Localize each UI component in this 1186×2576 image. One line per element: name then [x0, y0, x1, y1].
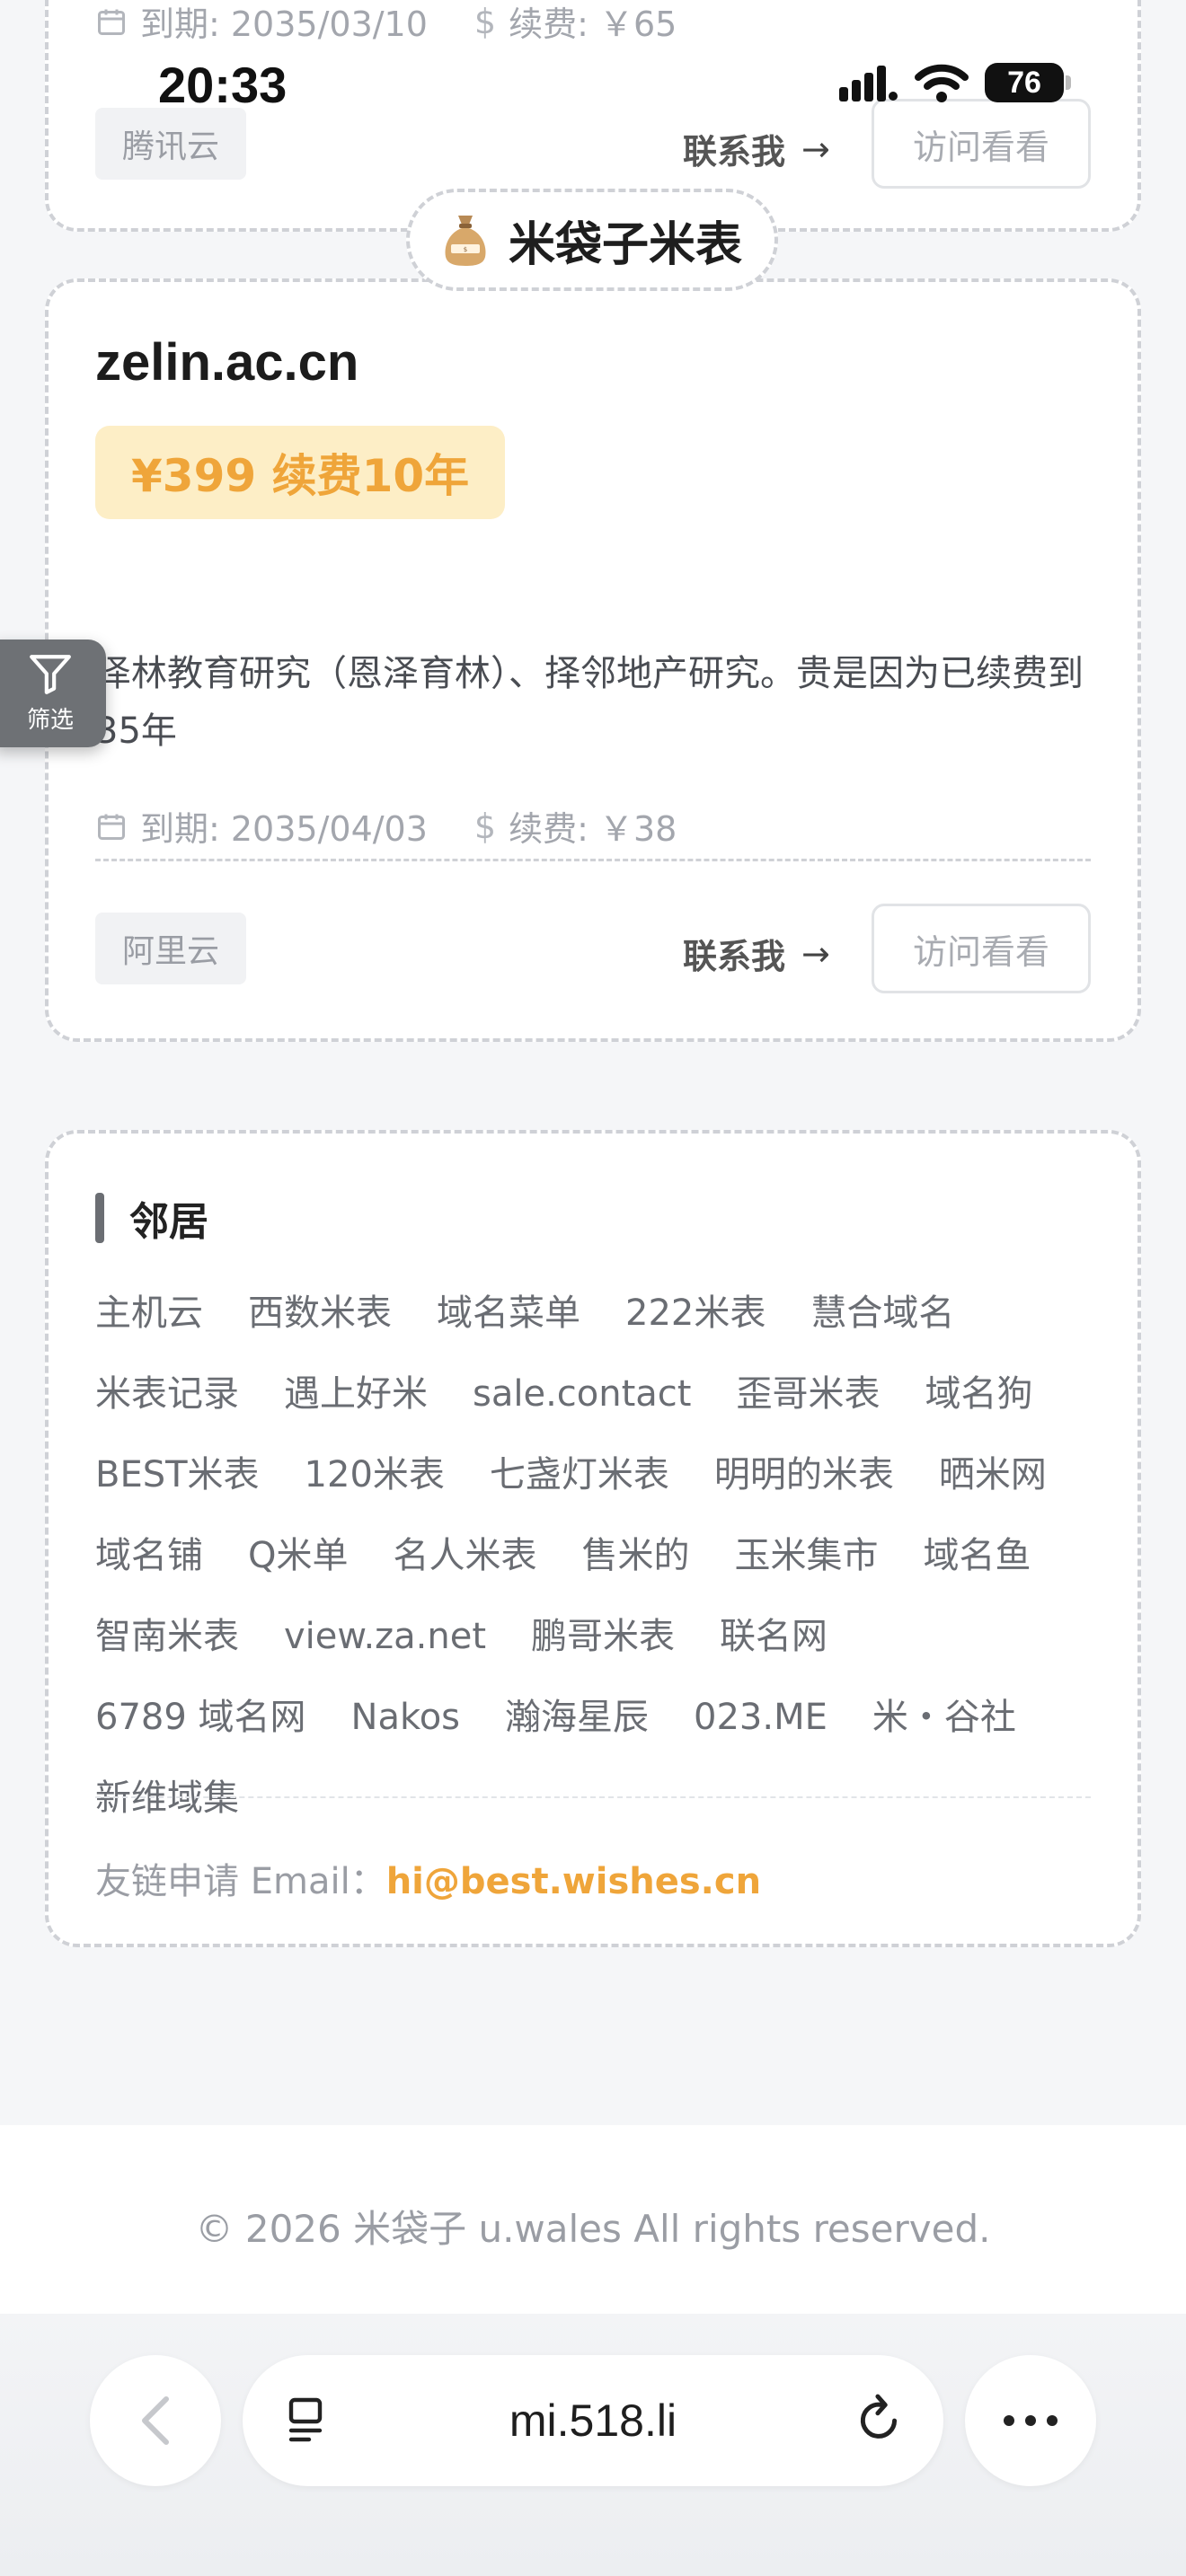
provider-tag: 阿里云	[95, 913, 247, 984]
neighbors-title: 邻居	[129, 1199, 208, 1245]
dollar-icon: $	[474, 1, 497, 41]
price-badge: ¥399 续费10年	[95, 426, 506, 519]
neighbor-link[interactable]: 售米的	[581, 1529, 689, 1610]
neighbors-card: 邻居 主机云 西数米表 域名菜单 222米表 慧合域名米表记录 遇上好米 sale.cont…	[45, 1130, 1141, 1947]
apply-email-link[interactable]: hi@best.wishes.cn	[386, 1861, 761, 1902]
address-bar[interactable]: mi.518.li	[243, 2355, 943, 2486]
neighbor-link[interactable]: 名人米表	[393, 1529, 536, 1610]
wifi-icon	[915, 64, 969, 102]
neighbor-link[interactable]: 智南米表	[95, 1610, 239, 1690]
neighbor-link[interactable]: 域名菜单	[437, 1286, 580, 1367]
money-bag-icon: $	[445, 216, 486, 266]
neighbor-link[interactable]: 联名网	[720, 1610, 828, 1690]
more-icon	[1004, 2415, 1058, 2426]
neighbor-link[interactable]: 明明的米表	[714, 1448, 894, 1529]
neighbor-link[interactable]: 慧合域名	[810, 1286, 954, 1367]
contact-label: 联系我	[683, 132, 786, 172]
calendar-icon	[98, 9, 125, 35]
link-application: 友链申请 Email：hi@best.wishes.cn	[95, 1852, 761, 1904]
neighbors-divider	[95, 1796, 1091, 1798]
signal-icon	[839, 66, 898, 101]
previous-listing-meta: 到期: 2035/03/10 $ 续费: ￥65	[95, 0, 723, 46]
neighbor-link[interactable]: Nakos	[351, 1690, 460, 1771]
copyright-text: © 2026 米袋子 u.wales All rights reserved.	[195, 2207, 991, 2251]
neighbor-link[interactable]: 瀚海星辰	[505, 1690, 649, 1771]
section-title: 米袋子米表	[508, 217, 742, 272]
neighbor-link[interactable]: 新维域集	[95, 1771, 239, 1852]
renewal-info: $ 续费: ￥65	[474, 0, 677, 46]
expiry-info: 到期: 2035/04/03	[95, 801, 428, 851]
section-title-pill: $ 米袋子米表	[406, 189, 778, 291]
more-button[interactable]	[965, 2355, 1096, 2486]
renewal-text: 续费: ￥65	[509, 4, 677, 44]
url-text[interactable]: mi.518.li	[243, 2395, 943, 2447]
neighbor-links-list: 主机云 西数米表 域名菜单 222米表 慧合域名米表记录 遇上好米 sale.contact…	[95, 1286, 1111, 1852]
dollar-icon: $	[474, 806, 497, 846]
apply-label: 友链申请 Email：	[95, 1861, 386, 1902]
neighbor-link[interactable]: 米表记录	[95, 1367, 239, 1448]
neighbor-link[interactable]: Q米单	[248, 1529, 348, 1610]
neighbor-link[interactable]: 222米表	[625, 1286, 766, 1367]
calendar-icon	[98, 814, 125, 840]
provider-tag: 腾讯云	[95, 108, 247, 180]
domain-name[interactable]: zelin.ac.cn	[95, 332, 358, 393]
neighbor-link[interactable]: 6789 域名网	[95, 1690, 306, 1771]
neighbor-link[interactable]: 七盏灯米表	[490, 1448, 669, 1529]
neighbor-link[interactable]: 023.ME	[694, 1690, 828, 1771]
renewal-text: 续费: ￥38	[509, 809, 677, 849]
contact-label: 联系我	[683, 937, 786, 976]
battery-icon: 76	[985, 63, 1071, 102]
neighbor-link[interactable]: view.za.net	[284, 1610, 486, 1690]
expiry-text: 到期: 2035/03/10	[140, 4, 428, 44]
filter-button[interactable]: 筛选	[0, 640, 106, 747]
neighbor-link[interactable]: 鹏哥米表	[531, 1610, 675, 1690]
neighbor-link[interactable]: 西数米表	[248, 1286, 392, 1367]
filter-icon	[30, 654, 71, 694]
heading-accent-bar	[95, 1193, 104, 1243]
arrow-right-icon: →	[801, 128, 830, 169]
card-divider	[95, 859, 1091, 861]
contact-me-link[interactable]: 联系我 →	[683, 929, 830, 978]
status-time: 20:33	[158, 57, 288, 113]
chevron-left-icon	[142, 2396, 169, 2445]
domain-listing-card: zelin.ac.cn ¥399 续费10年 泽林教育研究（恩泽育林）、择邻地产…	[45, 278, 1141, 1042]
arrow-right-icon: →	[801, 933, 830, 974]
neighbor-link[interactable]: 域名狗	[925, 1367, 1032, 1448]
neighbor-link[interactable]: 遇上好米	[284, 1367, 428, 1448]
neighbor-link[interactable]: 玉米集市	[734, 1529, 878, 1610]
renewal-info: $ 续费: ￥38	[474, 801, 677, 851]
domain-description: 泽林教育研究（恩泽育林）、择邻地产研究。贵是因为已续费到35年	[95, 653, 1084, 752]
neighbor-link[interactable]: sale.contact	[473, 1367, 691, 1448]
visit-button[interactable]: 访问看看	[872, 904, 1091, 993]
svg-text:$: $	[464, 246, 467, 253]
neighbors-heading: 邻居	[95, 1189, 208, 1247]
back-button[interactable]	[90, 2355, 221, 2486]
status-icons: 76	[839, 63, 1071, 102]
neighbor-link[interactable]: 域名鱼	[923, 1529, 1031, 1610]
neighbor-link[interactable]: 米・谷社	[872, 1690, 1016, 1771]
expiry-info: 到期: 2035/03/10	[95, 0, 428, 46]
listing-meta: 到期: 2035/04/03 $ 续费: ￥38	[95, 801, 723, 851]
filter-label: 筛选	[26, 706, 74, 734]
reload-icon[interactable]	[855, 2393, 904, 2445]
expiry-text: 到期: 2035/04/03	[140, 809, 428, 849]
neighbor-link[interactable]: 主机云	[95, 1286, 203, 1367]
contact-me-link[interactable]: 联系我 →	[683, 124, 830, 173]
neighbor-link[interactable]: 晒米网	[939, 1448, 1047, 1529]
visit-button[interactable]: 访问看看	[872, 99, 1091, 189]
neighbor-link[interactable]: 域名铺	[95, 1529, 203, 1610]
neighbor-link[interactable]: 歪哥米表	[736, 1367, 880, 1448]
neighbor-link[interactable]: BEST米表	[95, 1448, 260, 1529]
neighbor-link[interactable]: 120米表	[305, 1448, 445, 1529]
